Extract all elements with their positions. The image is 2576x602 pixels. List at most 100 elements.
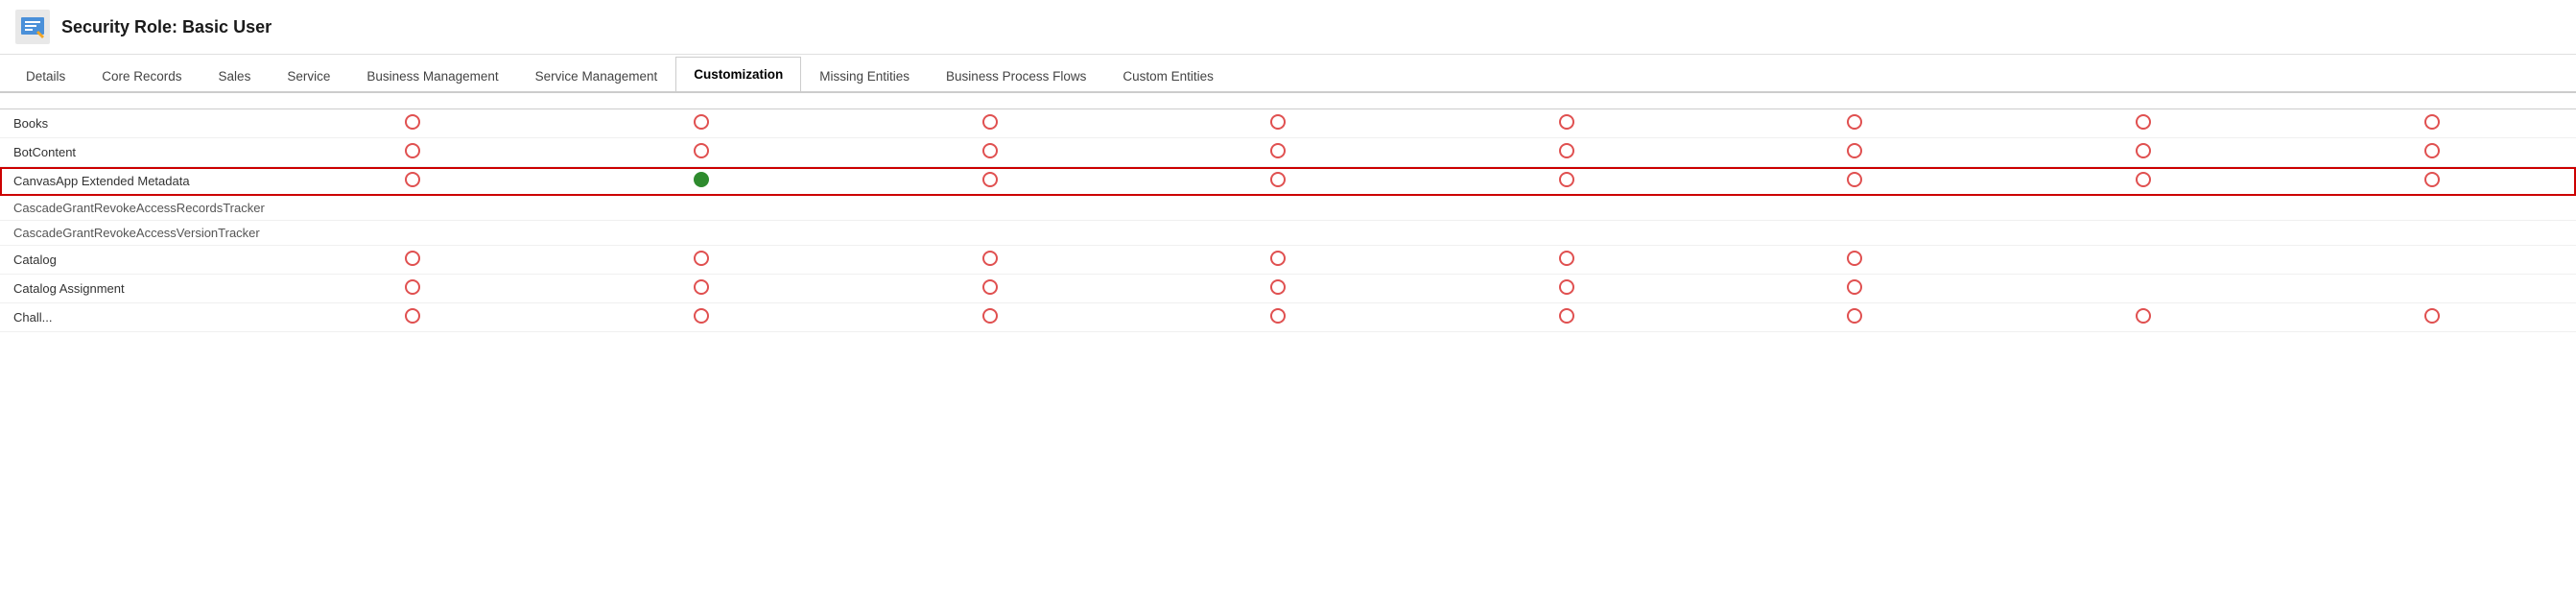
tab-service[interactable]: Service <box>269 59 348 93</box>
permission-cell-7[interactable] <box>2287 167 2576 196</box>
permission-cell-6[interactable] <box>1999 138 2288 167</box>
empty-circle-icon <box>1559 114 1574 130</box>
security-role-icon <box>15 10 50 44</box>
tab-customization[interactable]: Customization <box>675 57 801 93</box>
permission-cell-1[interactable] <box>557 275 846 303</box>
empty-circle-icon <box>1270 114 1286 130</box>
permission-cell-3[interactable] <box>1134 138 1423 167</box>
permission-cell-0[interactable] <box>269 246 557 275</box>
permission-cell-3[interactable] <box>1134 109 1423 138</box>
empty-circle-icon <box>1559 172 1574 187</box>
empty-circle-icon <box>1847 308 1862 324</box>
permission-cell-0[interactable] <box>269 303 557 332</box>
permission-cell-4[interactable] <box>1423 109 1712 138</box>
entity-name-cell: Chall... <box>0 303 269 332</box>
empty-circle-icon <box>405 114 420 130</box>
permission-cell-2[interactable] <box>845 167 1134 196</box>
col-header-4 <box>1134 93 1423 109</box>
permission-cell-7[interactable] <box>2287 138 2576 167</box>
table-row: CanvasApp Extended Metadata <box>0 167 2576 196</box>
empty-circle-icon <box>1847 172 1862 187</box>
tab-custom-entities[interactable]: Custom Entities <box>1104 59 1232 93</box>
permission-cell-6[interactable] <box>1999 167 2288 196</box>
tab-business-process-flows[interactable]: Business Process Flows <box>928 59 1104 93</box>
empty-circle-icon <box>1847 279 1862 295</box>
permission-cell-2[interactable] <box>845 246 1134 275</box>
col-header-5 <box>1423 93 1712 109</box>
empty-circle-icon <box>2424 172 2440 187</box>
empty-circle-icon <box>982 143 998 158</box>
empty-circle-icon <box>694 251 709 266</box>
permission-cell-4[interactable] <box>1423 167 1712 196</box>
permission-cell-4[interactable] <box>1423 275 1712 303</box>
empty-circle-icon <box>1270 308 1286 324</box>
permission-cell-3[interactable] <box>1134 167 1423 196</box>
permission-cell-2[interactable] <box>845 303 1134 332</box>
empty-circle-icon <box>1270 279 1286 295</box>
empty-circle-icon <box>982 251 998 266</box>
empty-circle-icon <box>694 114 709 130</box>
empty-circle-icon <box>2424 114 2440 130</box>
table-row: Chall... <box>0 303 2576 332</box>
permission-cell-5[interactable] <box>1711 167 1999 196</box>
tab-details[interactable]: Details <box>8 59 83 93</box>
tab-service-management[interactable]: Service Management <box>517 59 676 93</box>
empty-permissions <box>269 221 2576 246</box>
permission-cell-7[interactable] <box>2287 246 2576 275</box>
permission-cell-0[interactable] <box>269 275 557 303</box>
permission-cell-4[interactable] <box>1423 303 1712 332</box>
col-header-3 <box>845 93 1134 109</box>
permission-cell-7[interactable] <box>2287 275 2576 303</box>
permission-cell-3[interactable] <box>1134 303 1423 332</box>
permission-cell-2[interactable] <box>845 275 1134 303</box>
permission-cell-6[interactable] <box>1999 303 2288 332</box>
empty-circle-icon <box>1559 143 1574 158</box>
entity-name-cell: BotContent <box>0 138 269 167</box>
empty-circle-icon <box>2136 143 2151 158</box>
permission-cell-6[interactable] <box>1999 246 2288 275</box>
content-area: BooksBotContentCanvasApp Extended Metada… <box>0 93 2576 332</box>
permission-cell-5[interactable] <box>1711 109 1999 138</box>
tabs-bar: DetailsCore RecordsSalesServiceBusiness … <box>0 55 2576 93</box>
permission-cell-2[interactable] <box>845 138 1134 167</box>
permission-cell-1[interactable] <box>557 303 846 332</box>
permission-cell-2[interactable] <box>845 109 1134 138</box>
empty-circle-icon <box>405 251 420 266</box>
permission-cell-5[interactable] <box>1711 303 1999 332</box>
permission-cell-1[interactable] <box>557 109 846 138</box>
permission-cell-7[interactable] <box>2287 303 2576 332</box>
permission-cell-0[interactable] <box>269 138 557 167</box>
permission-cell-3[interactable] <box>1134 275 1423 303</box>
permission-cell-5[interactable] <box>1711 138 1999 167</box>
tab-business-management[interactable]: Business Management <box>348 59 516 93</box>
permission-cell-0[interactable] <box>269 109 557 138</box>
col-header-2 <box>557 93 846 109</box>
empty-circle-icon <box>694 279 709 295</box>
tab-sales[interactable]: Sales <box>201 59 270 93</box>
permission-cell-0[interactable] <box>269 167 557 196</box>
permission-cell-3[interactable] <box>1134 246 1423 275</box>
permission-cell-4[interactable] <box>1423 246 1712 275</box>
empty-circle-icon <box>1270 172 1286 187</box>
permission-cell-5[interactable] <box>1711 275 1999 303</box>
permission-cell-5[interactable] <box>1711 246 1999 275</box>
table-row: BotContent <box>0 138 2576 167</box>
empty-permissions <box>269 196 2576 221</box>
empty-circle-icon <box>405 279 420 295</box>
empty-circle-icon <box>982 172 998 187</box>
empty-circle-icon <box>1559 308 1574 324</box>
permission-cell-1[interactable] <box>557 138 846 167</box>
tab-core-records[interactable]: Core Records <box>83 59 200 93</box>
empty-circle-icon <box>1559 279 1574 295</box>
empty-circle-icon <box>1270 251 1286 266</box>
permission-cell-4[interactable] <box>1423 138 1712 167</box>
permission-cell-6[interactable] <box>1999 109 2288 138</box>
filled-circle-icon <box>694 172 709 187</box>
permission-cell-6[interactable] <box>1999 275 2288 303</box>
permission-cell-7[interactable] <box>2287 109 2576 138</box>
empty-circle-icon <box>405 172 420 187</box>
tab-missing-entities[interactable]: Missing Entities <box>801 59 928 93</box>
permission-cell-1[interactable] <box>557 167 846 196</box>
permission-cell-1[interactable] <box>557 246 846 275</box>
entity-name-cell: CascadeGrantRevokeAccessRecordsTracker <box>0 196 269 221</box>
